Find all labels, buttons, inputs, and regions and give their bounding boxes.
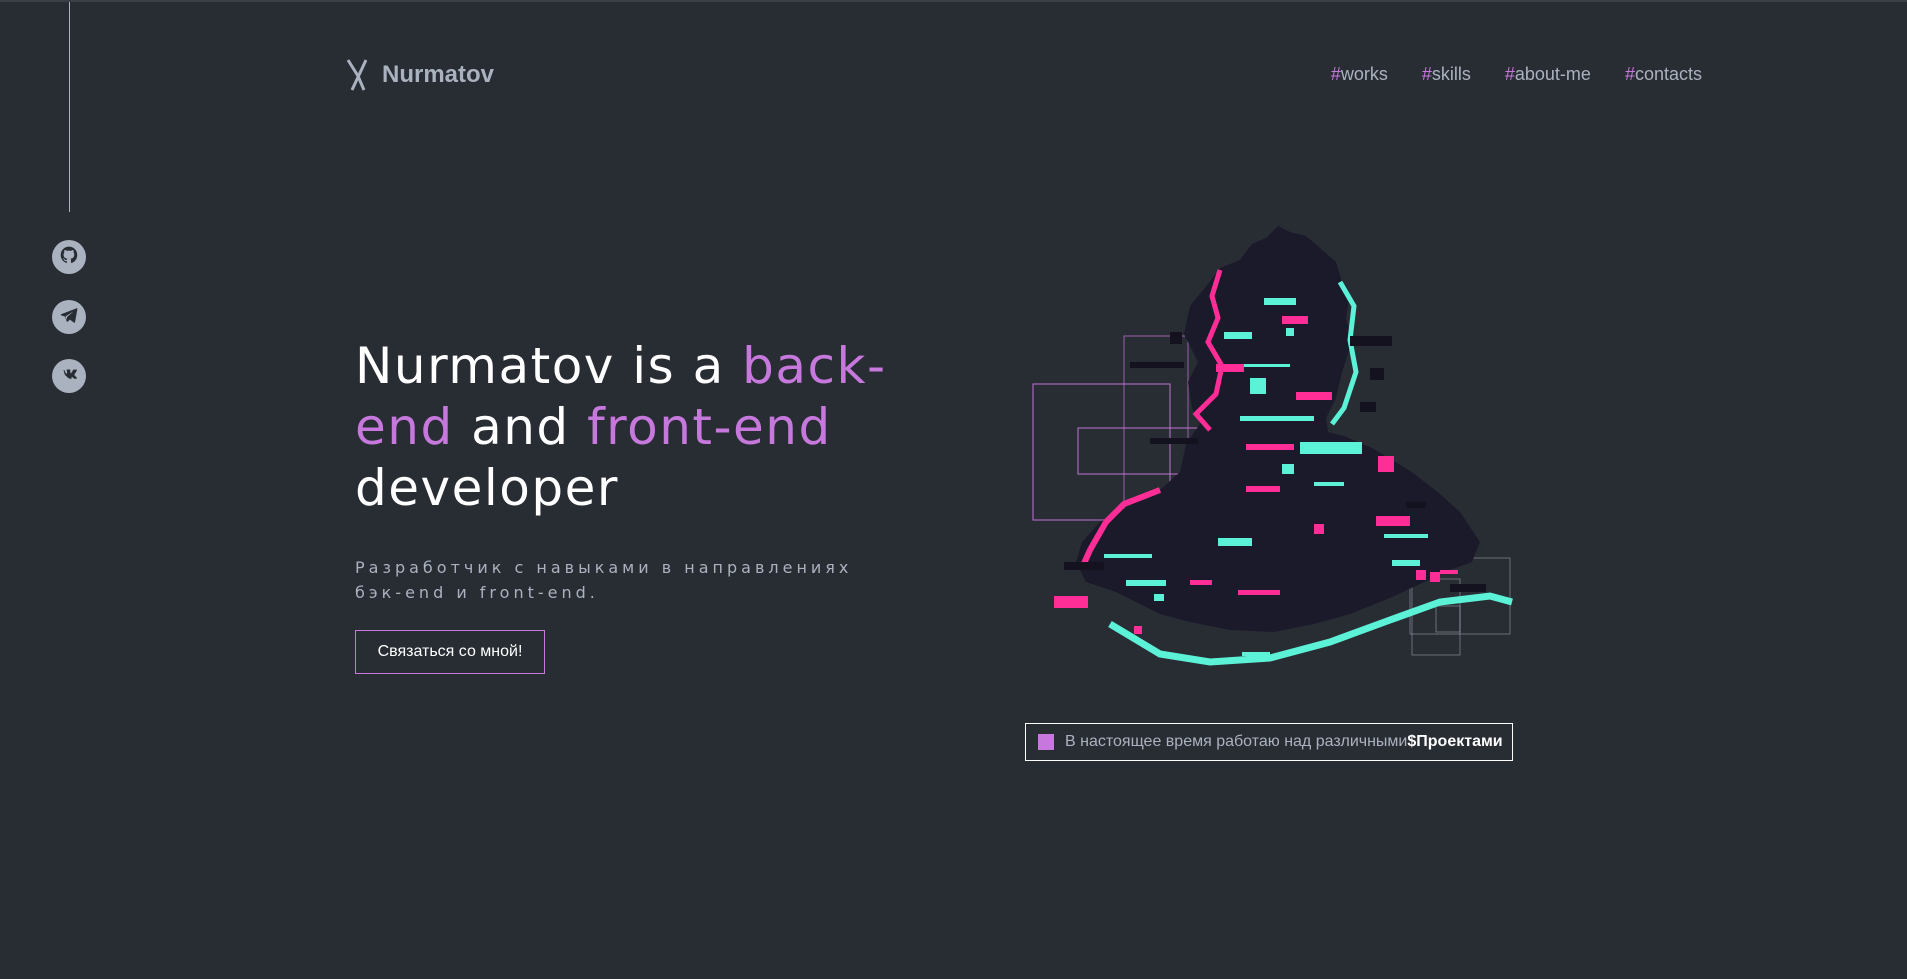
- vk-icon: [59, 364, 79, 388]
- github-link[interactable]: [52, 240, 86, 274]
- side-decor-line: [69, 2, 70, 212]
- headline-accent-frontend: front-end: [587, 398, 832, 456]
- status-square-icon: [1038, 734, 1054, 750]
- logo-text: Nurmatov: [382, 61, 495, 88]
- logo[interactable]: Nurmatov: [344, 58, 494, 92]
- vk-link[interactable]: [52, 359, 86, 393]
- main-nav: #works #skills #about-me #contacts: [1331, 64, 1702, 85]
- telegram-icon: [59, 305, 79, 329]
- contact-me-button[interactable]: Связаться со мной!: [355, 630, 545, 674]
- nav-contacts[interactable]: #contacts: [1625, 64, 1702, 85]
- nav-about-me[interactable]: #about-me: [1505, 64, 1591, 85]
- telegram-link[interactable]: [52, 300, 86, 334]
- nav-skills[interactable]: #skills: [1422, 64, 1471, 85]
- github-icon: [59, 245, 79, 269]
- status-text: В настоящее время работаю над различными: [1065, 733, 1408, 750]
- hero-illustration: [1032, 226, 1513, 666]
- status-highlight: $Проектами: [1407, 733, 1503, 750]
- status-banner: В настоящее время работаю над различными…: [1025, 723, 1513, 761]
- hero-headline: Nurmatov is a back-end and front-end dev…: [355, 337, 887, 517]
- logo-mark-icon: [344, 58, 372, 92]
- nav-works[interactable]: #works: [1331, 64, 1388, 85]
- hero-subtitle: Разработчик с навыками в направлениях бэ…: [355, 558, 853, 602]
